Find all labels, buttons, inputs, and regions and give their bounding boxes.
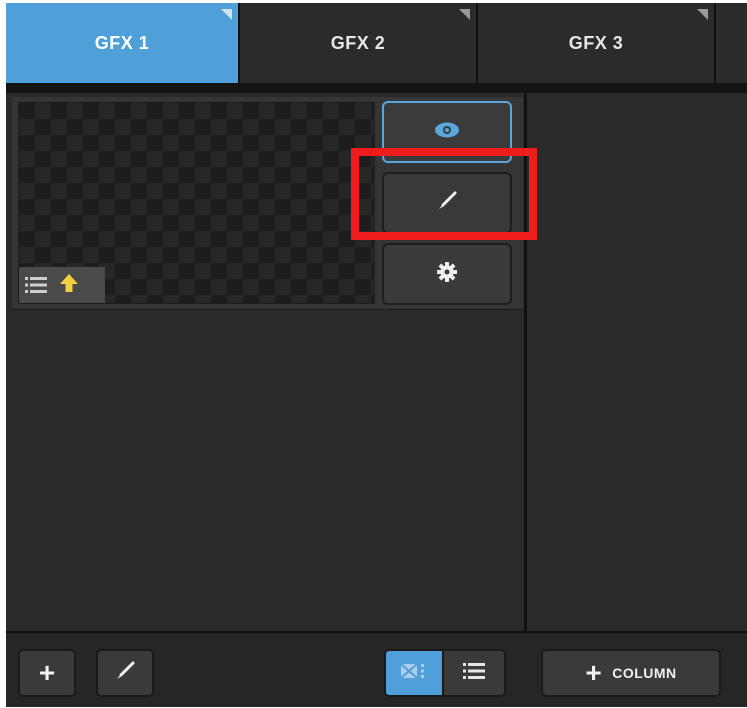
graphic-thumbnail[interactable]: [18, 102, 375, 304]
add-graphic-button[interactable]: +: [18, 649, 76, 697]
eye-icon: [434, 121, 460, 144]
tab-label: GFX 2: [330, 32, 386, 53]
tab-label: GFX 3: [568, 32, 624, 53]
edit-graphics-button[interactable]: [96, 649, 154, 697]
tab-gfx-3[interactable]: GFX 3: [478, 3, 714, 83]
grid-view-toggle[interactable]: [384, 649, 444, 697]
thumbnail-badge: [19, 267, 105, 303]
bottom-toolbar: + + COLUMN: [6, 631, 747, 707]
add-column-label: COLUMN: [612, 665, 677, 681]
tab-label: GFX 1: [94, 32, 150, 53]
plus-icon: +: [585, 657, 603, 688]
list-icon: [463, 662, 485, 685]
tab-corner-indicator: [221, 9, 232, 20]
tab-gfx-1[interactable]: GFX 1: [6, 3, 238, 83]
tab-gfx-2[interactable]: GFX 2: [240, 3, 476, 83]
gear-icon: [436, 261, 458, 288]
add-column-button[interactable]: + COLUMN: [541, 649, 721, 697]
arrow-up-icon: [59, 273, 79, 298]
graphics-panel: GFX 1 GFX 2 GFX 3 + + COLUMN: [6, 3, 747, 707]
grid-view-icon: [400, 661, 428, 686]
settings-button[interactable]: [382, 243, 512, 305]
tab-corner-indicator: [697, 9, 708, 20]
brush-icon: [114, 660, 136, 687]
tabs-divider: [6, 83, 747, 93]
graphics-column-2: [527, 93, 747, 631]
edit-button-highlight: [351, 148, 537, 240]
list-icon: [25, 276, 47, 294]
list-view-toggle[interactable]: [444, 649, 506, 697]
plus-icon: +: [38, 657, 56, 688]
tab-corner-indicator: [459, 9, 470, 20]
tab-overflow[interactable]: [716, 3, 747, 83]
